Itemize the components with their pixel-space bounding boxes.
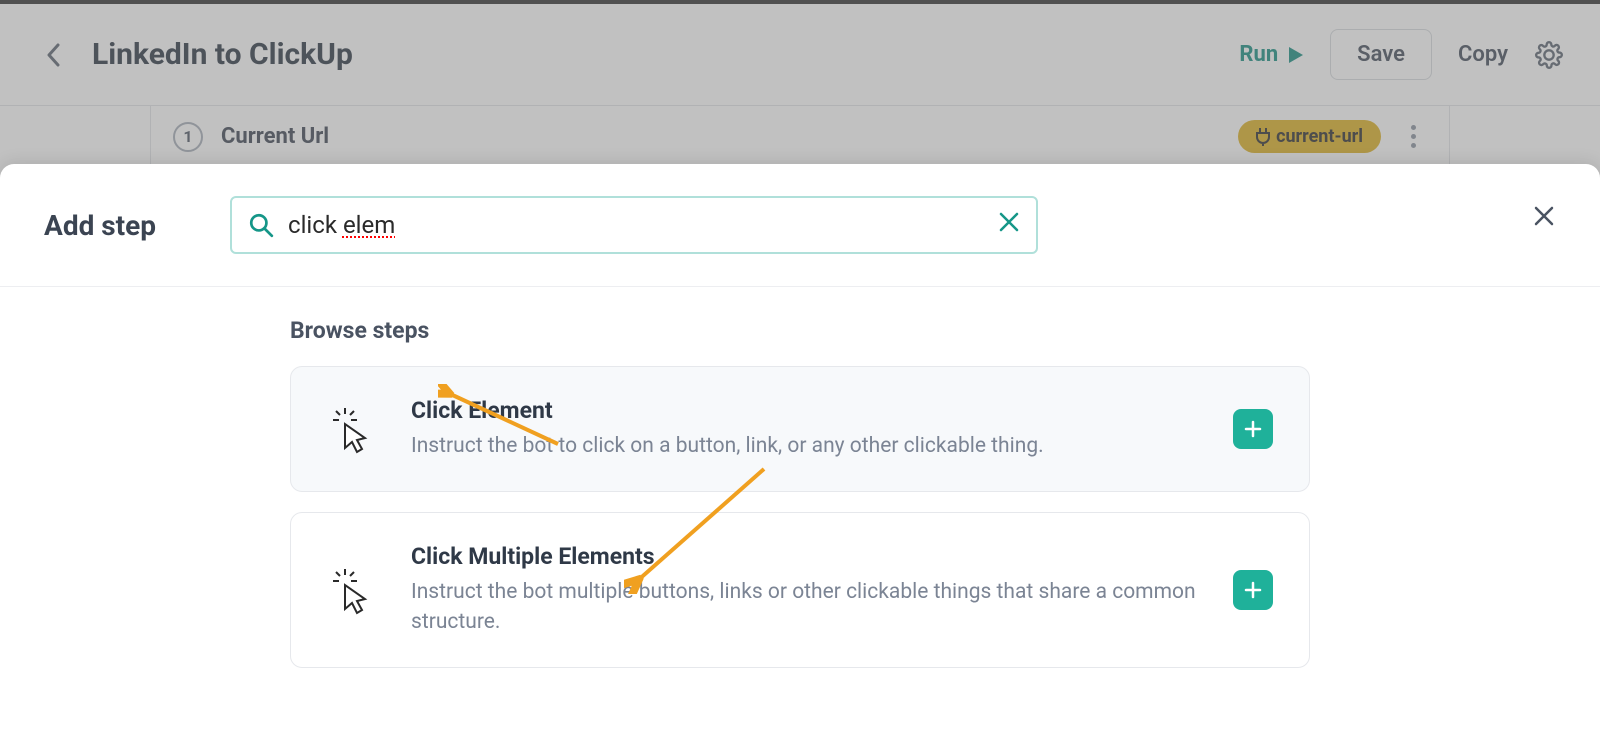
- plus-icon: [1244, 581, 1262, 599]
- browse-heading: Browse steps: [290, 317, 1310, 344]
- step-option-title: Click Element: [411, 397, 1199, 424]
- search-field[interactable]: click elem: [230, 196, 1038, 254]
- click-icon: [327, 404, 377, 454]
- clear-search-button[interactable]: [998, 211, 1020, 239]
- modal-header: Add step click elem: [0, 164, 1600, 287]
- click-icon: [327, 565, 377, 615]
- add-step-modal: Add step click elem Browse steps: [0, 164, 1600, 729]
- step-option-description: Instruct the bot to click on a button, l…: [411, 432, 1199, 461]
- close-modal-button[interactable]: [1532, 202, 1556, 235]
- step-option-title: Click Multiple Elements: [411, 543, 1199, 570]
- add-step-button[interactable]: [1233, 409, 1273, 449]
- step-option-description: Instruct the bot multiple buttons, links…: [411, 578, 1199, 637]
- browse-steps-section: Browse steps Click Element Instruct the …: [0, 287, 1600, 668]
- modal-title: Add step: [44, 209, 156, 242]
- search-icon: [248, 212, 274, 238]
- close-icon: [998, 211, 1020, 233]
- add-step-button[interactable]: [1233, 570, 1273, 610]
- step-option-click-multiple[interactable]: Click Multiple Elements Instruct the bot…: [290, 512, 1310, 668]
- plus-icon: [1244, 420, 1262, 438]
- search-input-display[interactable]: click elem: [288, 211, 984, 239]
- step-option-click-element[interactable]: Click Element Instruct the bot to click …: [290, 366, 1310, 492]
- close-icon: [1532, 204, 1556, 228]
